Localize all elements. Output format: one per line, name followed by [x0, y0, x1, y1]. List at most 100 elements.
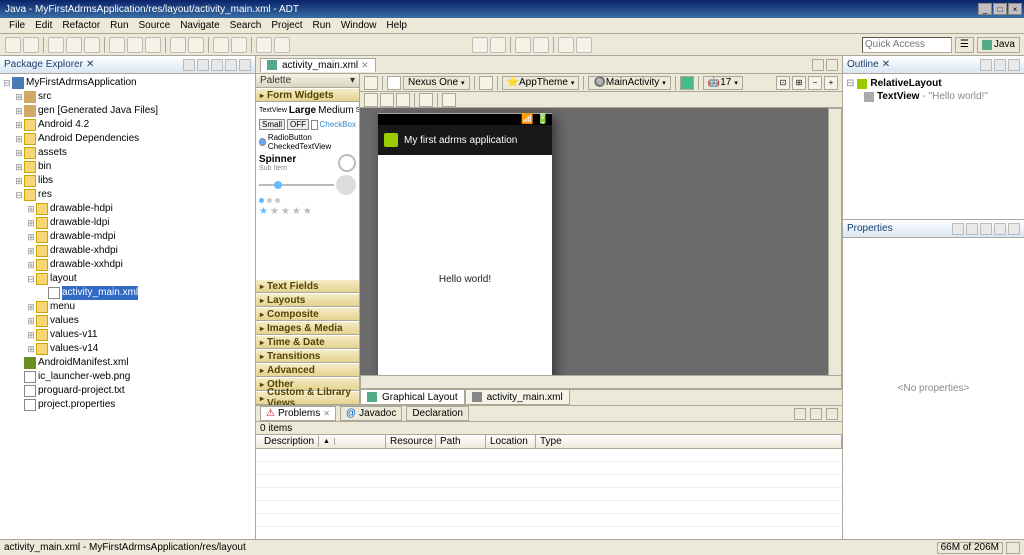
- palette-section-form-widgets[interactable]: ▸Form Widgets: [256, 88, 359, 102]
- tool-button[interactable]: [145, 37, 161, 53]
- minimize-icon[interactable]: [810, 408, 822, 420]
- outline-root[interactable]: ⊟RelativeLayout: [846, 77, 1021, 90]
- declaration-tab[interactable]: Declaration: [406, 406, 469, 421]
- tree-item[interactable]: ⊟layout: [2, 272, 253, 286]
- widget-off-button[interactable]: OFF: [287, 119, 309, 130]
- tree-item[interactable]: ⊞bin: [2, 160, 253, 174]
- tree-item[interactable]: project.properties: [2, 398, 253, 412]
- back-button[interactable]: [558, 37, 574, 53]
- canvas-scrollbar-h[interactable]: [360, 375, 842, 389]
- tree-item[interactable]: ⊞menu: [2, 300, 253, 314]
- activity-dropdown[interactable]: 🔘 MainActivity: [588, 76, 670, 90]
- palette-section[interactable]: ▸Custom & Library Views: [256, 391, 359, 405]
- save-button[interactable]: [23, 37, 39, 53]
- widget-textview[interactable]: TextView: [259, 107, 287, 114]
- menu-run2[interactable]: Run: [307, 20, 335, 31]
- refresh-icon[interactable]: [364, 76, 378, 90]
- widget-seekbar[interactable]: [259, 184, 334, 186]
- widget-medium[interactable]: Medium: [318, 105, 354, 116]
- tree-item[interactable]: AndroidManifest.xml: [2, 356, 253, 370]
- zoom-in-icon[interactable]: +: [824, 76, 838, 90]
- prop-tool-1[interactable]: [952, 223, 964, 235]
- close-icon[interactable]: ✕: [323, 409, 330, 418]
- debug-button[interactable]: [109, 37, 125, 53]
- palette-section[interactable]: ▸Transitions: [256, 349, 359, 363]
- tool-btn-r2[interactable]: [490, 37, 506, 53]
- tool-btn-r4[interactable]: [533, 37, 549, 53]
- palette-section[interactable]: ▸Composite: [256, 307, 359, 321]
- widget-quickcontact[interactable]: [336, 175, 356, 195]
- theme-dropdown[interactable]: ⭐ AppTheme: [502, 76, 580, 90]
- menu-project[interactable]: Project: [266, 20, 307, 31]
- open-type-button[interactable]: [213, 37, 229, 53]
- widget-spinner[interactable]: Spinner: [259, 154, 296, 165]
- maximize-icon[interactable]: [239, 59, 251, 71]
- menu-file[interactable]: File: [4, 20, 30, 31]
- java-perspective[interactable]: Java: [977, 37, 1020, 53]
- spinner-icon[interactable]: [338, 154, 356, 172]
- menu-help[interactable]: Help: [381, 20, 412, 31]
- close-tab-icon[interactable]: ✕: [361, 60, 369, 71]
- tree-item[interactable]: ⊞values-v14: [2, 342, 253, 356]
- prop-tool-3[interactable]: [980, 223, 992, 235]
- tree-item[interactable]: ⊞Android Dependencies: [2, 132, 253, 146]
- menu-window[interactable]: Window: [336, 20, 382, 31]
- heap-status[interactable]: 66M of 206M: [937, 542, 1003, 554]
- minimize-editor-icon[interactable]: [812, 59, 824, 71]
- canvas-tool-2[interactable]: [380, 93, 394, 107]
- zoom-out-icon[interactable]: −: [808, 76, 822, 90]
- palette-section[interactable]: ▸Text Fields: [256, 279, 359, 293]
- view-menu-icon[interactable]: [211, 59, 223, 71]
- new-button[interactable]: [5, 37, 21, 53]
- graphical-layout-tab[interactable]: Graphical Layout: [360, 390, 465, 405]
- outline-tool-icon[interactable]: [980, 59, 992, 71]
- locale-icon[interactable]: [680, 76, 694, 90]
- layout-canvas[interactable]: 📶🔋 My first adrms application Hello worl…: [360, 108, 842, 389]
- menu-search[interactable]: Search: [225, 20, 267, 31]
- minimize-button[interactable]: _: [978, 3, 992, 15]
- col-description[interactable]: Description ▲: [256, 435, 386, 448]
- palette-section[interactable]: ▸Images & Media: [256, 321, 359, 335]
- canvas-tool-1[interactable]: [364, 93, 378, 107]
- collapse-all-icon[interactable]: [183, 59, 195, 71]
- new-pkg-button[interactable]: [170, 37, 186, 53]
- open-perspective-button[interactable]: ☰: [955, 37, 974, 53]
- widget-checkbox[interactable]: CheckBox: [320, 120, 356, 129]
- menu-refactor[interactable]: Refactor: [57, 20, 105, 31]
- maximize-button[interactable]: □: [993, 3, 1007, 15]
- widget-checkbox-icon[interactable]: [311, 120, 318, 130]
- palette-section[interactable]: ▸Time & Date: [256, 335, 359, 349]
- close-icon[interactable]: ✕: [86, 59, 94, 70]
- tree-item[interactable]: ⊞drawable-hdpi: [2, 202, 253, 216]
- widget-page-indicator[interactable]: [259, 198, 280, 203]
- palette-section[interactable]: ▸Advanced: [256, 363, 359, 377]
- close-icon[interactable]: ✕: [882, 59, 890, 70]
- menu-run[interactable]: Run: [105, 20, 133, 31]
- editor-tab[interactable]: activity_main.xml✕: [260, 58, 376, 72]
- quick-access-input[interactable]: [862, 37, 952, 53]
- maximize-icon[interactable]: [826, 408, 838, 420]
- prop-tool-2[interactable]: [966, 223, 978, 235]
- widget-small[interactable]: Small: [356, 107, 359, 114]
- avd-button[interactable]: [66, 37, 82, 53]
- widget-radio-icon[interactable]: [259, 138, 266, 146]
- tree-item[interactable]: ⊞drawable-xxhdpi: [2, 258, 253, 272]
- col-type[interactable]: Type: [536, 435, 842, 448]
- api-dropdown[interactable]: 🤖 17: [703, 76, 743, 90]
- new-class-button[interactable]: [188, 37, 204, 53]
- canvas-tool-4[interactable]: [419, 93, 433, 107]
- problems-tab[interactable]: ⚠Problems✕: [260, 406, 336, 421]
- palette-section[interactable]: ▸Layouts: [256, 293, 359, 307]
- lint-button[interactable]: [84, 37, 100, 53]
- link-editor-icon[interactable]: [197, 59, 209, 71]
- package-explorer-tree[interactable]: ⊟MyFirstAdrmsApplication ⊞src⊞gen [Gener…: [0, 74, 255, 539]
- forward-button[interactable]: [576, 37, 592, 53]
- source-tab[interactable]: activity_main.xml: [465, 390, 570, 405]
- canvas-tool-5[interactable]: [442, 93, 456, 107]
- tree-item[interactable]: ⊞drawable-ldpi: [2, 216, 253, 230]
- tree-item[interactable]: ⊞drawable-mdpi: [2, 230, 253, 244]
- tree-item[interactable]: ⊞values: [2, 314, 253, 328]
- canvas-tool-3[interactable]: [396, 93, 410, 107]
- minimize-icon[interactable]: [994, 59, 1006, 71]
- maximize-icon[interactable]: [1008, 223, 1020, 235]
